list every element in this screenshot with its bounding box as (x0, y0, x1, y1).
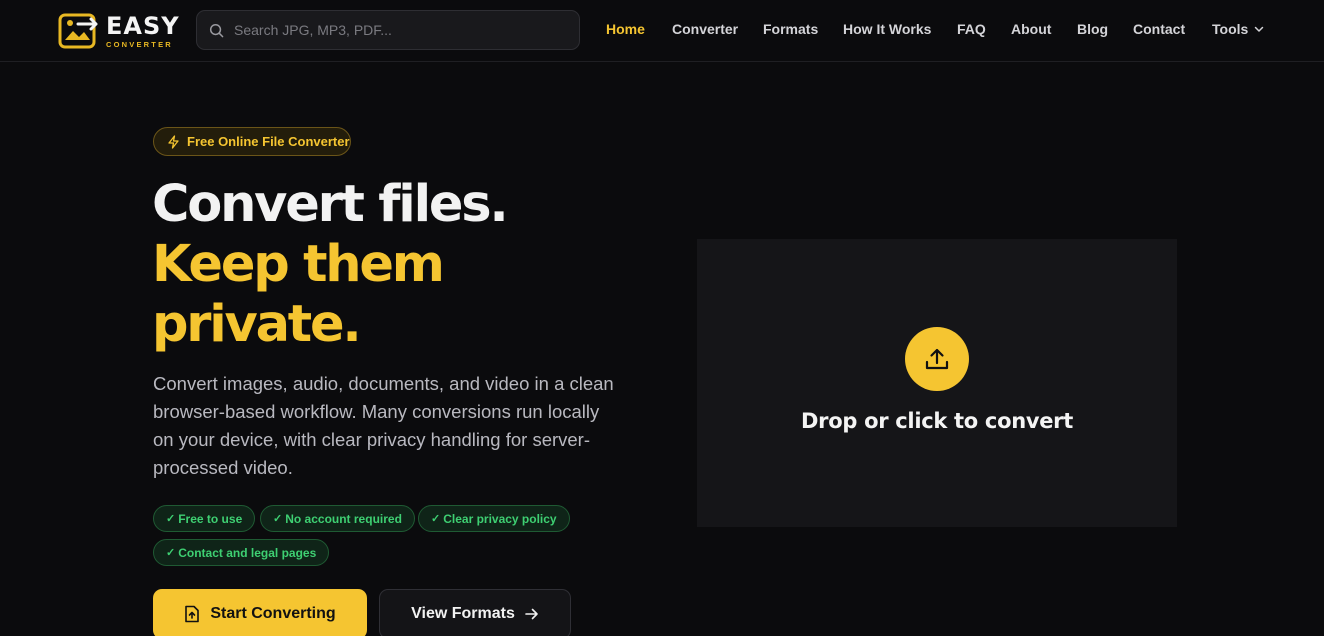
arrow-right-icon (525, 608, 538, 620)
chevron-down-icon (1255, 26, 1264, 32)
main-nav: Home Converter Formats How It Works FAQ … (0, 0, 1324, 62)
feature-pill-privacy: ✓ Clear privacy policy (418, 505, 570, 532)
hero-title-line-2: Keep them (152, 235, 445, 294)
view-formats-button[interactable]: View Formats (379, 589, 571, 636)
feature-label: Clear privacy policy (443, 511, 557, 526)
feature-label: Free to use (178, 511, 243, 526)
nav-converter[interactable]: Converter (672, 21, 738, 37)
nav-tools-label: Tools (1212, 21, 1249, 37)
upload-icon (925, 348, 949, 370)
nav-how-it-works[interactable]: How It Works (843, 21, 931, 37)
nav-tools-dropdown[interactable]: Tools (1212, 21, 1264, 37)
hero-title-line-3: private. (152, 295, 362, 354)
nav-blog[interactable]: Blog (1077, 21, 1108, 37)
check-icon: ✓ (166, 547, 176, 559)
file-dropzone[interactable]: Drop or click to convert (697, 239, 1177, 527)
nav-faq[interactable]: FAQ (957, 21, 986, 37)
dropzone-label: Drop or click to convert (801, 409, 1073, 433)
feature-label: No account required (285, 511, 402, 526)
upload-button[interactable] (905, 327, 969, 391)
check-icon: ✓ (166, 513, 176, 525)
start-converting-button[interactable]: Start Converting (153, 589, 367, 636)
nav-home[interactable]: Home (606, 21, 645, 37)
hero-title-line-1: Convert files. (152, 175, 509, 234)
feature-label: Contact and legal pages (178, 545, 317, 560)
check-icon: ✓ (431, 513, 441, 525)
feature-pill-contact-legal: ✓ Contact and legal pages (153, 539, 330, 566)
file-upload-icon (185, 605, 200, 623)
view-formats-label: View Formats (411, 605, 515, 622)
nav-about[interactable]: About (1011, 21, 1051, 37)
lightning-icon (168, 134, 179, 149)
hero-badge-label: Free Online File Converter (187, 134, 350, 149)
feature-pill-free: ✓ Free to use (153, 505, 256, 532)
check-icon: ✓ (273, 513, 283, 525)
nav-contact[interactable]: Contact (1133, 21, 1185, 37)
site-header: EASY CONVERTER Home Converter Formats Ho… (0, 0, 1324, 62)
feature-pill-no-account: ✓ No account required (260, 505, 415, 532)
hero-badge: Free Online File Converter (153, 127, 351, 156)
hero-description: Convert images, audio, documents, and vi… (153, 373, 614, 478)
start-converting-label: Start Converting (210, 605, 336, 622)
nav-formats[interactable]: Formats (763, 21, 818, 37)
